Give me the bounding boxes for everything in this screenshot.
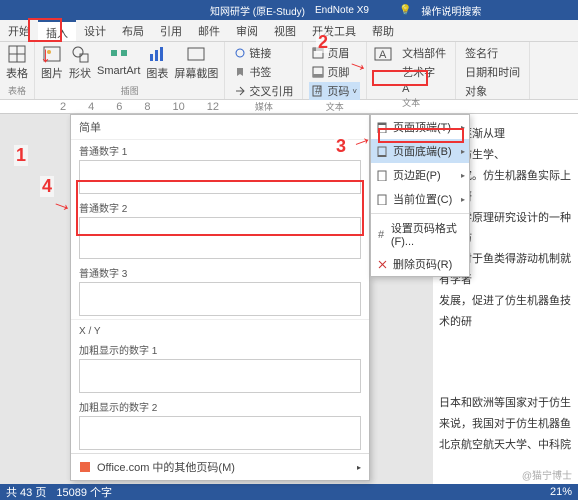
dropcap-button[interactable]: A — [399, 82, 449, 96]
shapes-icon — [70, 44, 90, 64]
page-count[interactable]: 共 43 页 — [6, 484, 46, 500]
tab-help[interactable]: 帮助 — [364, 20, 402, 41]
footer-icon — [312, 66, 324, 78]
textbox-icon: A — [373, 44, 393, 64]
annotation-num-2: 2 — [316, 32, 330, 53]
svg-text:#: # — [378, 229, 385, 240]
app-name-2: EndNote X9 — [315, 5, 369, 16]
page-bottom-icon — [377, 146, 388, 157]
tab-references[interactable]: 引用 — [152, 20, 190, 41]
smartart-button[interactable]: SmartArt — [97, 44, 140, 77]
annotation-num-1: 1 — [14, 145, 28, 166]
datetime-button[interactable]: 日期和时间 — [462, 63, 523, 81]
watermark: @猫宁博士 — [522, 467, 572, 482]
page-number-button[interactable]: #页码 ˅ — [309, 82, 360, 100]
shapes-button[interactable]: 形状 — [69, 44, 91, 81]
crossref-button[interactable]: 交叉引用 — [231, 82, 296, 100]
link-icon — [234, 47, 246, 59]
dd-top-of-page[interactable]: 页面顶端(T)▸ — [371, 115, 469, 139]
pagenum-icon: # — [312, 85, 324, 97]
status-bar: 共 43 页 15089 个字 21% — [0, 484, 578, 500]
bookmark-icon — [234, 66, 246, 78]
tab-mailings[interactable]: 邮件 — [190, 20, 228, 41]
screenshot-button[interactable]: 屏幕截图 — [174, 44, 218, 81]
gallery-item-bold1[interactable]: 加粗显示的数字 1 — [71, 339, 369, 396]
pictures-button[interactable]: 图片 — [41, 44, 63, 81]
bookmark-button[interactable]: 书签 — [231, 63, 296, 81]
svg-text:A: A — [379, 49, 387, 61]
tab-insert[interactable]: 插入 — [38, 20, 76, 41]
gallery-section-xy: X / Y — [71, 319, 369, 339]
gallery-more-from-office[interactable]: Office.com 中的其他页码(M) ▸ — [71, 453, 369, 480]
app-name-1: 知网研学 (原E-Study) — [210, 3, 305, 18]
gallery-section-simple: 简单 — [71, 115, 369, 140]
dd-format-page-numbers[interactable]: #设置页码格式(F)... — [371, 216, 469, 252]
footer-button[interactable]: 页脚 — [309, 63, 360, 81]
annotation-num-4: 4 — [40, 176, 54, 197]
gallery-item-plain3[interactable]: 普通数字 3 — [71, 262, 369, 319]
textbox-button[interactable]: A — [373, 44, 393, 64]
page-margin-icon — [377, 170, 388, 181]
screenshot-icon — [186, 44, 206, 64]
workspace: 主鱼逐渐从理 是集仿生学、 的研究。仿生机器鱼实际上是科研 仿生学原理研究设计的… — [0, 114, 578, 484]
smartart-icon — [109, 44, 129, 64]
svg-text:#: # — [315, 85, 322, 97]
gallery-item-plain1[interactable]: 普通数字 1 — [71, 140, 369, 197]
title-bar: 知网研学 (原E-Study) EndNote X9 💡 操作说明搜索 — [0, 0, 578, 20]
tab-design[interactable]: 设计 — [76, 20, 114, 41]
chart-button[interactable]: 图表 — [146, 44, 168, 81]
tab-home[interactable]: 开始 — [0, 20, 38, 41]
parts-button[interactable]: 文档部件 — [399, 44, 449, 62]
picture-icon — [42, 44, 62, 64]
chart-icon — [147, 44, 167, 64]
word-count[interactable]: 15089 个字 — [56, 484, 112, 500]
page-number-dropdown: 页面顶端(T)▸ 页面底端(B)▸ 页边距(P)▸ 当前位置(C)▸ #设置页码… — [370, 114, 470, 277]
ruler: 24681012 — [0, 100, 578, 114]
format-icon: # — [377, 229, 386, 240]
dd-bottom-of-page[interactable]: 页面底端(B)▸ — [371, 139, 469, 163]
wordart-button[interactable]: 艺术字 — [399, 63, 449, 81]
ribbon: 表格 表格 图片 形状 SmartArt 图表 屏幕截图 插图 链接 书签 交叉… — [0, 42, 578, 100]
annotation-num-3: 3 — [334, 136, 348, 157]
tables-button[interactable]: 表格 — [6, 44, 28, 81]
tab-layout[interactable]: 布局 — [114, 20, 152, 41]
object-button[interactable]: 对象 — [462, 82, 523, 100]
table-icon — [7, 44, 27, 64]
dd-remove-page-numbers[interactable]: 删除页码(R) — [371, 252, 469, 276]
signature-button[interactable]: 签名行 — [462, 44, 523, 62]
office-icon — [79, 461, 91, 473]
page-number-gallery: 简单 普通数字 1 普通数字 2 普通数字 3 X / Y 加粗显示的数字 1 … — [70, 114, 370, 481]
gallery-item-plain2[interactable]: 普通数字 2 — [71, 197, 369, 262]
zoom-level[interactable]: 21% — [550, 486, 572, 498]
dd-page-margins[interactable]: 页边距(P)▸ — [371, 163, 469, 187]
tab-developer[interactable]: 开发工具 — [304, 20, 364, 41]
tab-review[interactable]: 审阅 — [228, 20, 266, 41]
crossref-icon — [234, 85, 246, 97]
dd-current-position[interactable]: 当前位置(C)▸ — [371, 187, 469, 211]
gallery-item-bold2[interactable]: 加粗显示的数字 2 — [71, 396, 369, 453]
search-hint[interactable]: 操作说明搜索 — [421, 3, 481, 18]
remove-icon — [377, 259, 388, 270]
page-top-icon — [377, 122, 388, 133]
tab-view[interactable]: 视图 — [266, 20, 304, 41]
ribbon-tabs: 开始 插入 设计 布局 引用 邮件 审阅 视图 开发工具 帮助 — [0, 20, 578, 42]
link-button[interactable]: 链接 — [231, 44, 296, 62]
cursor-icon — [377, 194, 388, 205]
